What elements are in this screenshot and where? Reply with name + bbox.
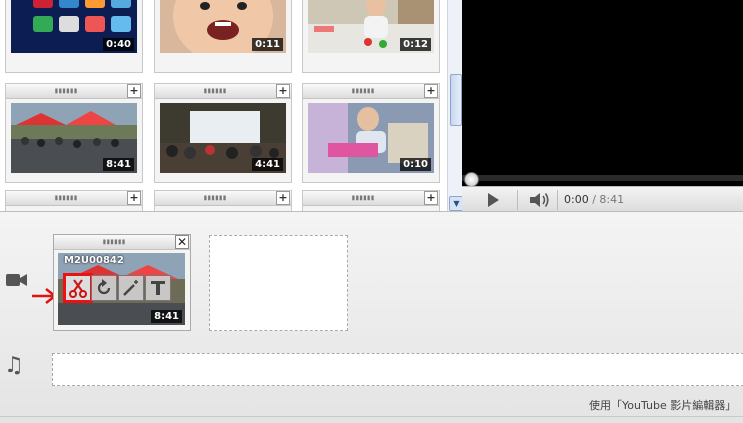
clip-drag-handle[interactable]: ▮▮▮▮▮▮ +	[6, 191, 142, 206]
controls-divider	[557, 190, 558, 210]
grip-icon: ▮▮▮▮▮▮	[351, 86, 375, 95]
trim-button[interactable]	[63, 273, 93, 303]
clip-card[interactable]: ▮▮▮▮▮▮ + 8:41	[5, 83, 143, 183]
clip-title: M2U00842	[64, 255, 124, 266]
add-clip-button[interactable]: +	[276, 84, 290, 98]
clip-card[interactable]: 0:12	[302, 0, 440, 73]
add-clip-button[interactable]: +	[127, 191, 141, 205]
clip-drag-handle[interactable]: ▮▮▮▮▮▮ +	[155, 191, 291, 206]
scissors-icon	[69, 279, 87, 298]
clip-duration: 0:40	[103, 38, 134, 51]
volume-button[interactable]	[527, 190, 551, 210]
divider	[0, 416, 743, 417]
clip-duration: 4:41	[252, 158, 283, 171]
time-display: 0:00 / 8:41	[564, 193, 624, 206]
clip-card[interactable]: ▮▮▮▮▮▮ +	[302, 190, 440, 211]
text-button[interactable]	[145, 275, 171, 301]
clip-drag-handle[interactable]: ▮▮▮▮▮▮ +	[155, 84, 291, 99]
clip-drop-zone[interactable]	[209, 235, 348, 331]
scrollbar-thumb[interactable]	[450, 74, 462, 126]
clip-grid-scrollbar[interactable]: ▼	[447, 0, 464, 211]
add-clip-button[interactable]: +	[127, 84, 141, 98]
speaker-icon	[530, 193, 549, 207]
clip-thumbnail[interactable]: 8:41	[11, 103, 137, 173]
video-camera-icon	[6, 274, 27, 286]
clip-card[interactable]: 0:40	[5, 0, 143, 73]
current-time: 0:00	[564, 193, 589, 206]
clip-card[interactable]: 0:11	[154, 0, 292, 73]
footer-text: 使用「YouTube 影片編輯器」	[589, 399, 737, 412]
clip-library-grid: 0:40 0:11 0:12 ▮▮▮▮▮▮ + 8:41 ▮▮▮▮▮▮ + 4:…	[0, 0, 447, 211]
audio-track-drop-zone[interactable]	[52, 353, 743, 386]
clip-card[interactable]: ▮▮▮▮▮▮ + 4:41	[154, 83, 292, 183]
add-clip-button[interactable]: +	[424, 191, 438, 205]
play-button[interactable]	[482, 191, 504, 209]
text-icon	[151, 281, 165, 295]
progress-bar[interactable]	[462, 175, 743, 181]
clip-thumbnail[interactable]: M2U00842 8:41	[58, 253, 185, 325]
rotate-button[interactable]	[91, 275, 117, 301]
clip-card[interactable]: ▮▮▮▮▮▮ + 0:10	[302, 83, 440, 183]
grip-icon: ▮▮▮▮▮▮	[203, 193, 227, 202]
clip-duration: 0:12	[400, 38, 431, 51]
grip-icon: ▮▮▮▮▮▮	[203, 86, 227, 95]
clip-drag-handle[interactable]: ▮▮▮▮▮▮ +	[303, 84, 439, 99]
rotate-icon	[97, 279, 111, 295]
time-separator: /	[588, 193, 600, 206]
storyboard-timeline: ▮▮▮▮▮▮ ✕ M2U00842 8:41 ♫ 使用「YouTube 影片編輯…	[0, 211, 743, 423]
clip-thumbnail[interactable]: 0:40	[11, 0, 137, 53]
grip-icon: ▮▮▮▮▮▮	[54, 86, 78, 95]
magic-wand-icon	[123, 280, 138, 296]
total-time: 8:41	[599, 193, 625, 206]
clip-thumbnail[interactable]: 0:12	[308, 0, 434, 53]
clip-duration: 0:10	[400, 158, 431, 171]
progress-handle[interactable]	[464, 172, 479, 187]
player-controls: 0:00 / 8:41	[462, 186, 743, 212]
effects-button[interactable]	[118, 275, 144, 301]
controls-divider	[517, 190, 518, 210]
clip-thumbnail[interactable]: 0:11	[160, 0, 286, 53]
music-note-icon: ♫	[4, 353, 24, 378]
grip-icon: ▮▮▮▮▮▮	[102, 237, 126, 246]
clip-duration: 8:41	[151, 310, 182, 323]
clip-thumbnail[interactable]: 4:41	[160, 103, 286, 173]
add-clip-button[interactable]: +	[424, 84, 438, 98]
add-clip-button[interactable]: +	[276, 191, 290, 205]
clip-drag-handle[interactable]: ▮▮▮▮▮▮ +	[6, 84, 142, 99]
remove-clip-button[interactable]: ✕	[175, 235, 189, 249]
clip-duration: 0:11	[252, 38, 283, 51]
clip-card[interactable]: ▮▮▮▮▮▮ +	[154, 190, 292, 211]
clip-duration: 8:41	[103, 158, 134, 171]
clip-drag-handle[interactable]: ▮▮▮▮▮▮ ✕	[54, 235, 190, 250]
grip-icon: ▮▮▮▮▮▮	[351, 193, 375, 202]
clip-thumbnail[interactable]: 0:10	[308, 103, 434, 173]
video-player[interactable]: 0:00 / 8:41	[462, 0, 743, 212]
timeline-clip[interactable]: ▮▮▮▮▮▮ ✕ M2U00842 8:41	[53, 234, 191, 331]
clip-card[interactable]: ▮▮▮▮▮▮ +	[5, 190, 143, 211]
clip-drag-handle[interactable]: ▮▮▮▮▮▮ +	[303, 191, 439, 206]
grip-icon: ▮▮▮▮▮▮	[54, 193, 78, 202]
